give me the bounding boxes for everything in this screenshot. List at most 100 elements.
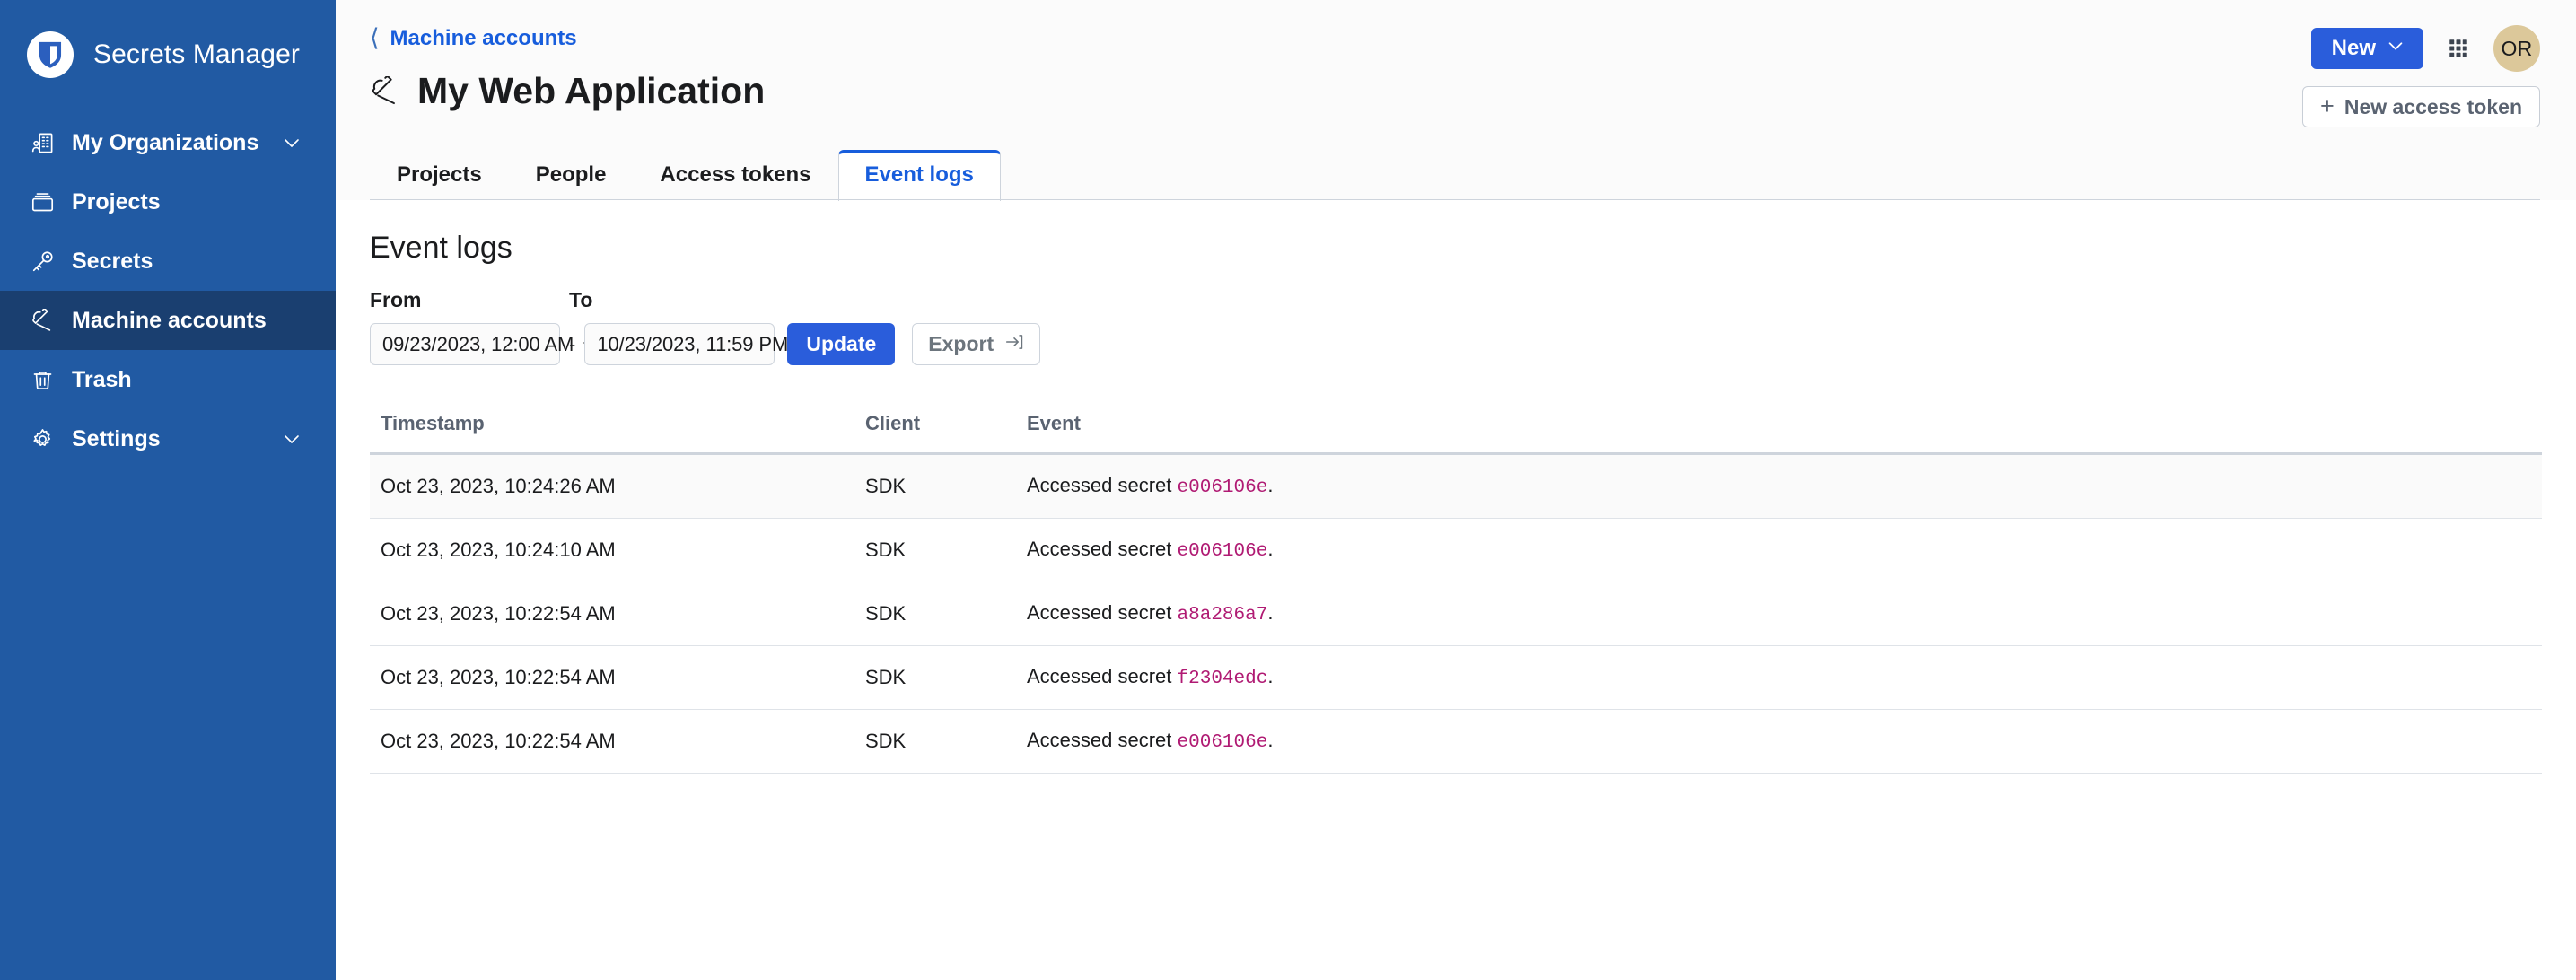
table-row[interactable]: Oct 23, 2023, 10:22:54 AM SDK Accessed s… [370, 645, 2542, 711]
event-text: Accessed secret [1027, 474, 1178, 497]
cell-event: Accessed secret e006106e. [1016, 518, 2542, 583]
sidebar-item-label: Machine accounts [72, 307, 267, 333]
breadcrumb[interactable]: ⟨ Machine accounts [370, 23, 765, 50]
event-suffix: . [1267, 729, 1274, 752]
event-text: Accessed secret [1027, 601, 1178, 625]
tab-projects[interactable]: Projects [370, 150, 509, 201]
tab-people[interactable]: People [509, 150, 634, 201]
sidebar-item-machine-accounts[interactable]: Machine accounts [0, 291, 336, 350]
sidebar-item-label: Settings [72, 425, 161, 451]
event-suffix: . [1267, 538, 1274, 561]
chevron-down-icon[interactable] [278, 132, 305, 153]
cell-timestamp: Oct 23, 2023, 10:22:54 AM [370, 645, 854, 711]
table-header-row: Timestamp Client Event [370, 412, 2542, 456]
column-header-event: Event [1016, 412, 2542, 456]
cell-timestamp: Oct 23, 2023, 10:22:54 AM [370, 709, 854, 774]
sidebar-nav: My Organizations Projects Secrets Machin… [0, 113, 336, 468]
section-title: Event logs [370, 231, 513, 265]
table-body: Oct 23, 2023, 10:24:26 AM SDK Accessed s… [370, 453, 2542, 774]
brand-name: Secrets Manager [93, 39, 300, 69]
table-head: Timestamp Client Event [370, 412, 2542, 456]
chevron-left-icon: ⟨ [370, 24, 380, 51]
sidebar-item-trash[interactable]: Trash [0, 350, 336, 409]
cell-client: SDK [854, 645, 1016, 711]
cell-client: SDK [854, 518, 1016, 583]
secret-id-link[interactable]: a8a286a7 [1178, 605, 1268, 626]
content-area: Event logs From To 09/23/2023, 12:00 AM [336, 200, 2576, 980]
tab-access-tokens[interactable]: Access tokens [633, 150, 837, 201]
app-root: Secrets Manager My Organizations Project… [0, 0, 2576, 980]
table-row[interactable]: Oct 23, 2023, 10:24:10 AM SDK Accessed s… [370, 518, 2542, 583]
breadcrumb-label: Machine accounts [390, 25, 577, 50]
header-actions: New OR + New access token [2302, 23, 2540, 127]
tab-label: Event logs [864, 162, 974, 187]
tab-label: People [535, 162, 607, 187]
column-header-client: Client [854, 412, 1016, 456]
export-arrow-icon [1004, 332, 1024, 357]
sidebar-item-my-organizations[interactable]: My Organizations [0, 113, 336, 172]
export-button-label: Export [928, 332, 994, 356]
event-text: Accessed secret [1027, 538, 1178, 561]
event-suffix: . [1267, 665, 1274, 688]
key-icon [29, 248, 56, 275]
cell-timestamp: Oct 23, 2023, 10:24:26 AM [370, 453, 854, 520]
sidebar-item-settings[interactable]: Settings [0, 409, 336, 468]
sidebar-item-label: Trash [72, 366, 132, 392]
table-row[interactable]: Oct 23, 2023, 10:22:54 AM SDK Accessed s… [370, 582, 2542, 647]
new-access-token-label: New access token [2344, 94, 2522, 118]
secret-id-link[interactable]: e006106e [1178, 477, 1268, 498]
event-text: Accessed secret [1027, 665, 1178, 688]
tab-label: Access tokens [660, 162, 811, 187]
event-suffix: . [1267, 601, 1274, 625]
sidebar-item-projects[interactable]: Projects [0, 172, 336, 232]
table-row[interactable]: Oct 23, 2023, 10:22:54 AM SDK Accessed s… [370, 709, 2542, 774]
folder-icon [29, 188, 56, 215]
secret-id-link[interactable]: f2304edc [1178, 669, 1268, 689]
avatar-initials: OR [2501, 36, 2533, 60]
cell-timestamp: Oct 23, 2023, 10:22:54 AM [370, 582, 854, 647]
new-button[interactable]: New [2310, 28, 2423, 69]
page-header: ⟨ Machine accounts My Web Application Ne… [336, 0, 2576, 201]
from-date-input[interactable]: 09/23/2023, 12:00 AM [370, 323, 600, 366]
chevron-down-icon [2386, 36, 2405, 62]
event-text: Accessed secret [1027, 729, 1178, 752]
new-access-token-button[interactable]: + New access token [2302, 86, 2540, 127]
grid-apps-icon[interactable] [2447, 37, 2470, 60]
tab-label: Projects [397, 162, 482, 187]
from-label: From [370, 288, 422, 312]
event-logs-table: Timestamp Client Event Oct 23, 2023, 10:… [370, 412, 2542, 774]
update-button[interactable]: Update [787, 323, 896, 366]
gear-icon [29, 425, 56, 452]
header-left: ⟨ Machine accounts My Web Application [370, 23, 765, 111]
to-date-input[interactable]: 10/23/2023, 11:59 PM [584, 323, 814, 366]
tab-underline [370, 199, 2540, 200]
event-suffix: . [1267, 474, 1274, 497]
to-label: To [569, 288, 593, 312]
filter-labels: From To [370, 290, 2542, 311]
chevron-down-icon[interactable] [278, 428, 305, 450]
update-button-label: Update [806, 332, 877, 356]
cell-timestamp: Oct 23, 2023, 10:24:10 AM [370, 518, 854, 583]
column-header-timestamp: Timestamp [370, 412, 854, 456]
date-range-separator: - [569, 332, 576, 355]
date-filters: From To 09/23/2023, 12:00 AM - 10/23/202… [370, 290, 2542, 366]
wrench-icon [370, 75, 400, 107]
cell-event: Accessed secret a8a286a7. [1016, 582, 2542, 647]
secret-id-link[interactable]: e006106e [1178, 541, 1268, 562]
tab-event-logs[interactable]: Event logs [837, 150, 1001, 201]
avatar[interactable]: OR [2493, 25, 2540, 72]
table-row[interactable]: Oct 23, 2023, 10:24:26 AM SDK Accessed s… [370, 453, 2542, 520]
from-date-value: 09/23/2023, 12:00 AM [382, 332, 574, 355]
cell-client: SDK [854, 582, 1016, 647]
new-button-label: New [2331, 36, 2376, 60]
sidebar-item-label: My Organizations [72, 129, 259, 155]
cell-event: Accessed secret f2304edc. [1016, 645, 2542, 711]
brand[interactable]: Secrets Manager [0, 23, 336, 86]
cell-client: SDK [854, 453, 1016, 520]
export-button[interactable]: Export [912, 323, 1041, 366]
secret-id-link[interactable]: e006106e [1178, 732, 1268, 753]
filter-controls: 09/23/2023, 12:00 AM - 10/23/2023, 11:59… [370, 323, 2542, 366]
sidebar-item-secrets[interactable]: Secrets [0, 232, 336, 291]
header-row: ⟨ Machine accounts My Web Application Ne… [370, 0, 2540, 127]
sidebar-item-label: Secrets [72, 248, 153, 274]
